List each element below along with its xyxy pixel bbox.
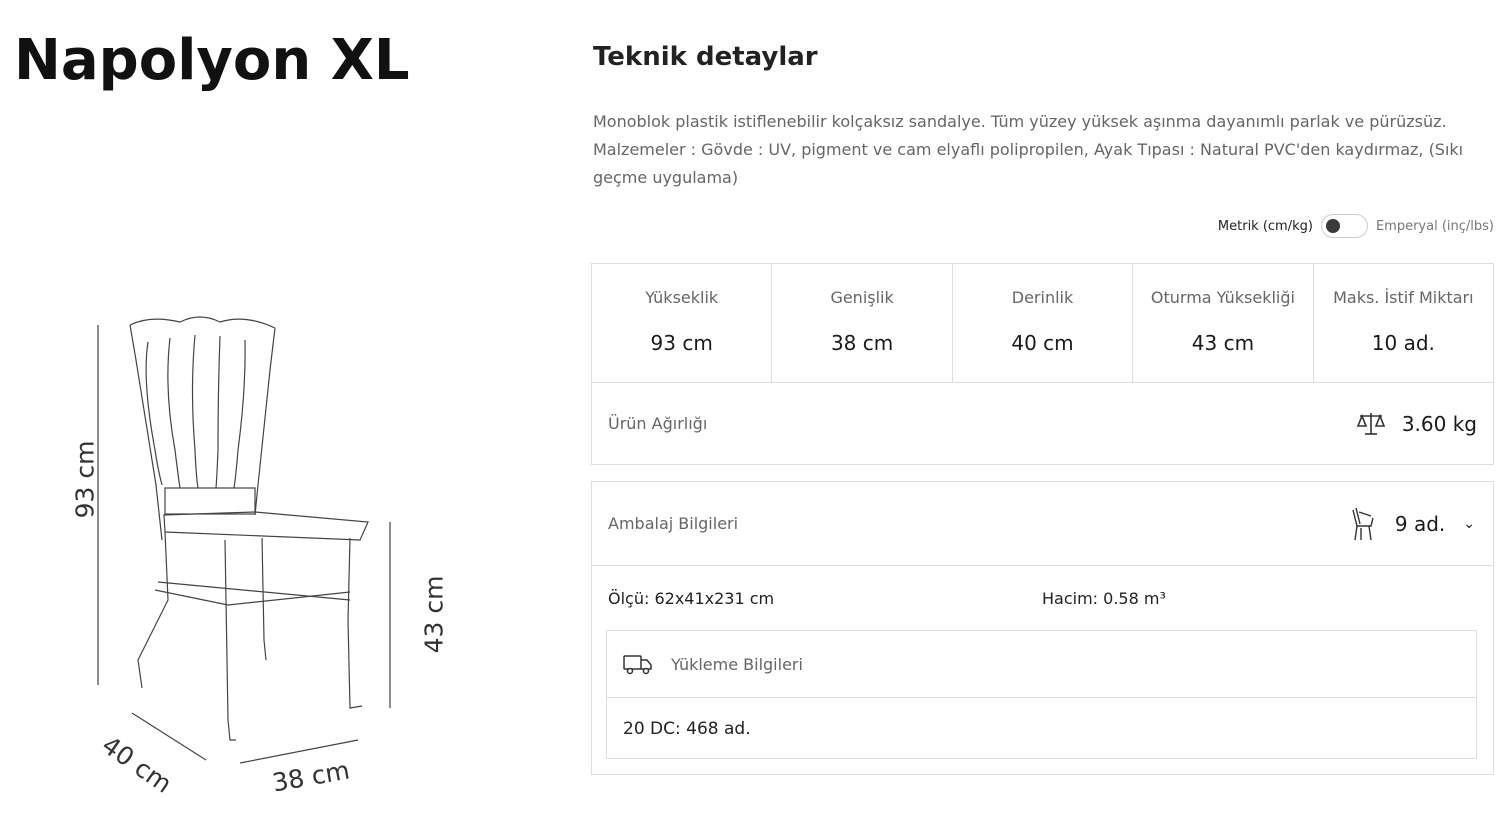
packaging-value: 9 ad.: [1394, 511, 1446, 536]
product-title: Napolyon XL: [14, 28, 410, 93]
truck-icon: [623, 655, 652, 675]
stacked-chair-icon: [1352, 507, 1374, 540]
spec-cell-max-stack: Maks. İstif Miktarı 10 ad.: [1314, 264, 1493, 382]
spec-cell-height: Yükseklik 93 cm: [592, 264, 773, 382]
weight-value-group: 3.60 kg: [1356, 411, 1477, 437]
spec-value: 38 cm: [830, 331, 894, 355]
spec-value: 43 cm: [1191, 331, 1255, 355]
spec-cell-seat-height: Oturma Yüksekliği 43 cm: [1133, 264, 1314, 382]
spec-label: Maks. İstif Miktarı: [1333, 288, 1474, 307]
loading-title: Yükleme Bilgileri: [671, 654, 803, 674]
weight-label: Ürün Ağırlığı: [608, 414, 708, 433]
switch-knob: [1325, 219, 1340, 233]
packaging-header[interactable]: Ambalaj Bilgileri 9 ad. ⌄: [592, 482, 1493, 566]
packaging-volume: Hacim: 0.58 m³: [1042, 588, 1166, 608]
chevron-down-icon[interactable]: ⌄: [1463, 516, 1475, 532]
packaging-box: Ambalaj Bilgileri 9 ad. ⌄ Ölçü: 62x41x23…: [591, 481, 1494, 775]
height-dimension-label: 93 cm: [70, 440, 100, 519]
spec-row: Yükseklik 93 cm Genişlik 38 cm Derinlik …: [592, 264, 1493, 383]
section-title: Teknik detaylar: [593, 42, 818, 72]
packaging-measure: Ölçü: 62x41x231 cm: [608, 588, 775, 608]
product-description: Monoblok plastik istiflenebilir kolçaksı…: [593, 112, 1464, 187]
spec-label: Derinlik: [1011, 288, 1074, 307]
spec-value: 40 cm: [1011, 331, 1074, 355]
packaging-label: Ambalaj Bilgileri: [608, 514, 739, 533]
weight-value: 3.60 kg: [1401, 411, 1477, 436]
measure-row: Ölçü: 62x41x231 cm Hacim: 0.58 m³: [592, 566, 1493, 630]
spec-cell-depth: Derinlik 40 cm: [953, 264, 1134, 382]
scale-icon: [1356, 412, 1386, 435]
loading-box: Yükleme Bilgileri 20 DC: 468 ad.: [606, 630, 1477, 759]
spec-label: Yükseklik: [645, 288, 719, 307]
weight-row: Ürün Ağırlığı 3.60 kg: [592, 383, 1493, 464]
unit-metric-label[interactable]: Metrik (cm/kg): [1218, 219, 1313, 234]
unit-imperial-label[interactable]: Emperyal (inç/lbs): [1376, 219, 1494, 234]
packaging-value-group: 9 ad. ⌄: [1349, 506, 1475, 542]
spec-value: 10 ad.: [1371, 331, 1435, 355]
spec-table: Yükseklik 93 cm Genişlik 38 cm Derinlik …: [591, 263, 1494, 465]
spec-label: Oturma Yüksekliği: [1150, 288, 1295, 307]
spec-label: Genişlik: [830, 288, 894, 307]
spec-value: 93 cm: [650, 331, 713, 355]
chair-dimension-drawing: 93 cm 43 cm 40 cm 38 cm: [50, 300, 470, 810]
unit-toggle: Metrik (cm/kg) Emperyal (inç/lbs): [1218, 214, 1494, 238]
spec-cell-width: Genişlik 38 cm: [772, 264, 953, 382]
seat-height-dimension-label: 43 cm: [419, 575, 449, 654]
loading-header: Yükleme Bilgileri: [607, 631, 1476, 698]
unit-switch[interactable]: [1320, 214, 1368, 238]
loading-value: 20 DC: 468 ad.: [623, 718, 751, 739]
